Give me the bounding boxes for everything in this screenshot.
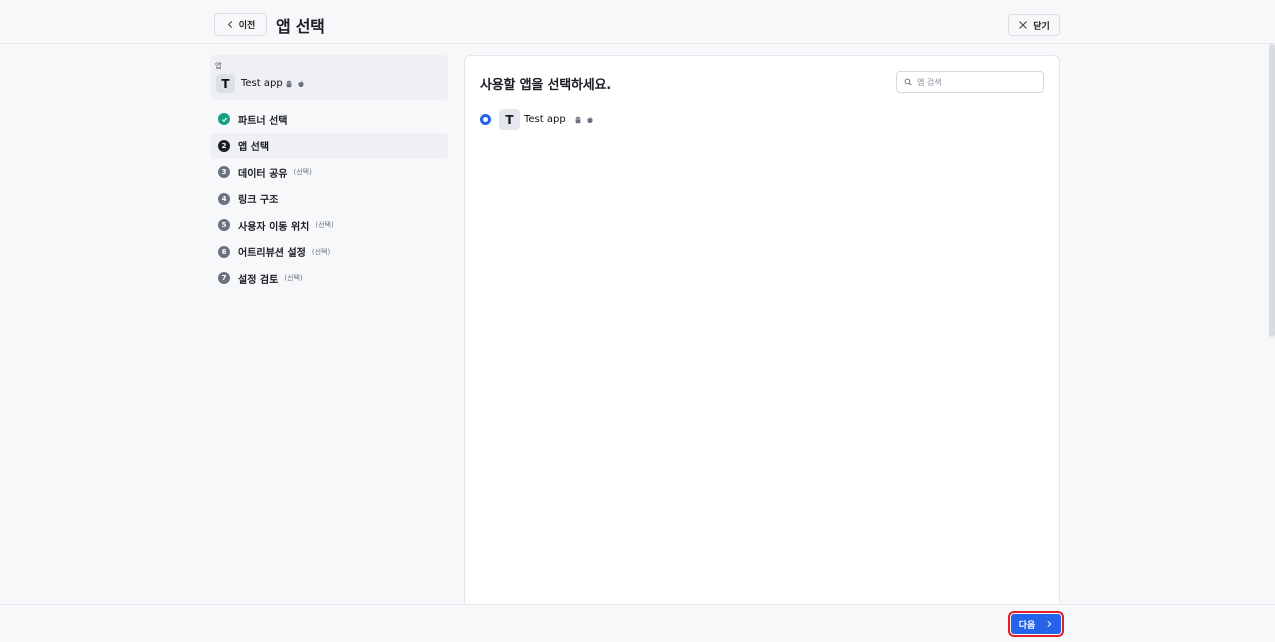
app-section-label: 앱 — [215, 62, 222, 70]
top-bar: 이전 앱 선택 닫기 — [0, 0, 1275, 44]
page-scrollbar[interactable] — [1269, 44, 1275, 337]
platform-icons — [285, 80, 305, 88]
step-number: 2 — [218, 139, 230, 152]
step-number: 4 — [218, 192, 230, 205]
step-optional-tag: (선택) — [315, 221, 334, 230]
panel-title: 사용할 앱을 선택하세요. — [480, 78, 611, 93]
step-user-destination[interactable]: 5 사용자 이동 위치 (선택) — [210, 212, 448, 239]
step-label: 설정 검토 — [238, 274, 279, 286]
search-icon — [904, 78, 912, 86]
step-app-select[interactable]: 2 앱 선택 — [210, 132, 448, 159]
step-attribution-settings[interactable]: 6 어트리뷰션 설정 (선택) — [210, 239, 448, 266]
step-optional-tag: (선택) — [284, 274, 303, 283]
step-number: 3 — [218, 166, 230, 179]
step-number: 5 — [218, 219, 230, 232]
selected-app-card: 앱 T Test app — [210, 55, 448, 100]
chevron-left-icon — [227, 20, 232, 29]
android-icon — [575, 116, 581, 123]
android-icon — [286, 80, 292, 88]
close-icon — [1019, 21, 1028, 29]
app-name: Test app — [241, 78, 283, 89]
step-review-settings[interactable]: 7 설정 검토 (선택) — [210, 265, 448, 292]
app-select-panel: 사용할 앱을 선택하세요. T Test app — [464, 55, 1060, 606]
next-button-label: 다음 — [1018, 620, 1036, 631]
step-optional-tag: (선택) — [293, 168, 312, 177]
back-button-label: 이전 — [238, 21, 256, 31]
app-search-box[interactable] — [896, 71, 1044, 93]
next-button[interactable]: 다음 — [1008, 611, 1064, 637]
step-link-structure[interactable]: 4 링크 구조 — [210, 186, 448, 213]
app-option-row[interactable]: T Test app — [480, 109, 594, 130]
step-label: 파트너 선택 — [238, 115, 288, 127]
step-number: 7 — [218, 272, 230, 285]
step-label: 링크 구조 — [238, 195, 279, 207]
app-avatar: T — [499, 109, 520, 130]
apple-icon — [587, 116, 593, 123]
step-number: 6 — [218, 245, 230, 258]
step-label: 데이터 공유 — [238, 168, 288, 180]
platform-icons — [574, 116, 594, 124]
wizard-steps: 파트너 선택 2 앱 선택 3 데이터 공유 (선택) 4 링크 구조 5 사용… — [210, 106, 448, 292]
step-optional-tag: (선택) — [311, 247, 331, 256]
close-button[interactable]: 닫기 — [1008, 14, 1060, 36]
app-search-input[interactable] — [917, 77, 1037, 87]
app-radio-selected[interactable] — [480, 114, 491, 125]
close-button-label: 닫기 — [1033, 21, 1050, 32]
check-circle-icon — [218, 113, 230, 126]
step-label: 어트리뷰션 설정 — [238, 248, 306, 260]
footer-bar: 다음 — [0, 604, 1275, 642]
chevron-right-icon — [1047, 620, 1052, 628]
page-title: 앱 선택 — [276, 17, 325, 36]
app-avatar: T — [216, 74, 235, 93]
step-label: 사용자 이동 위치 — [238, 221, 310, 233]
app-option-name: Test app — [524, 114, 566, 125]
step-data-sharing[interactable]: 3 데이터 공유 (선택) — [210, 159, 448, 186]
step-label: 앱 선택 — [238, 142, 270, 154]
back-button[interactable]: 이전 — [214, 13, 267, 36]
apple-icon — [298, 80, 304, 88]
step-partner-select[interactable]: 파트너 선택 — [210, 106, 448, 133]
